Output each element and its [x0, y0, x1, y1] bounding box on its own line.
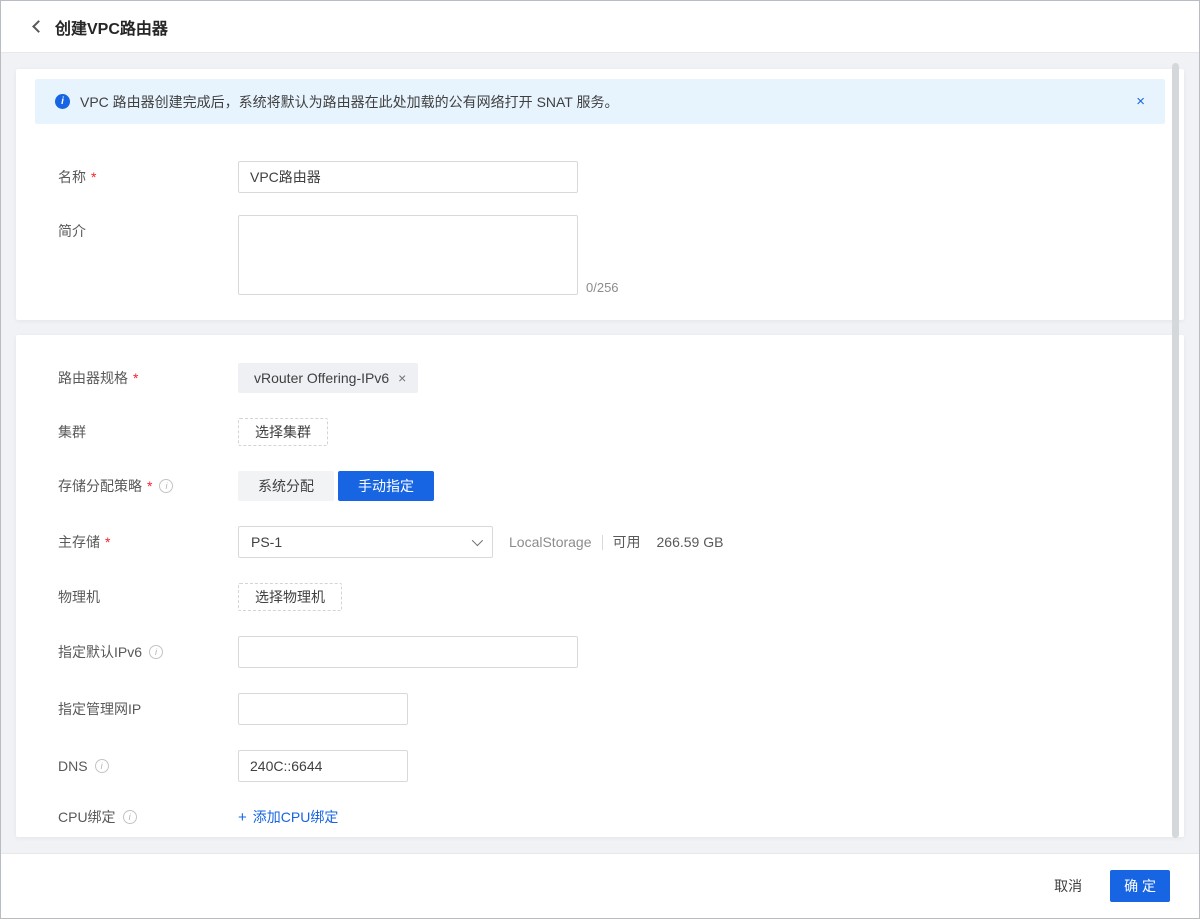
- offering-label: 路由器规格 *: [58, 368, 238, 388]
- plus-icon: +: [238, 809, 247, 826]
- storage-type-text: LocalStorage: [509, 534, 592, 550]
- storage-policy-row: 存储分配策略 * i 系统分配 手动指定: [58, 471, 1165, 501]
- content-area: i VPC 路由器创建完成后，系统将默认为路由器在此处加载的公有网络打开 SNA…: [1, 53, 1199, 853]
- cpu-pinning-row: CPU绑定 i + 添加CPU绑定: [58, 807, 1165, 827]
- mgmt-ip-input[interactable]: [238, 693, 408, 725]
- required-mark: *: [91, 169, 96, 185]
- cluster-row: 集群 选择集群: [58, 418, 1165, 446]
- description-textarea[interactable]: [238, 215, 578, 295]
- default-ipv6-input[interactable]: [238, 636, 578, 668]
- name-label: 名称 *: [58, 167, 238, 187]
- info-icon: i: [123, 810, 137, 824]
- page-title: 创建VPC路由器: [55, 15, 168, 39]
- cpu-pinning-label: CPU绑定 i: [58, 807, 238, 827]
- chevron-down-icon: [472, 535, 483, 546]
- segment-system-allocate[interactable]: 系统分配: [238, 471, 334, 501]
- ipv6-label: 指定默认IPv6 i: [58, 642, 238, 662]
- basic-info-card: i VPC 路由器创建完成后，系统将默认为路由器在此处加载的公有网络打开 SNA…: [16, 69, 1184, 320]
- close-icon[interactable]: ×: [1136, 94, 1145, 109]
- divider: [602, 535, 603, 550]
- select-host-button[interactable]: 选择物理机: [238, 583, 342, 611]
- required-mark: *: [105, 534, 110, 550]
- info-icon: i: [149, 645, 163, 659]
- banner-text: VPC 路由器创建完成后，系统将默认为路由器在此处加载的公有网络打开 SNAT …: [80, 92, 619, 112]
- dns-input[interactable]: [238, 750, 408, 782]
- host-label: 物理机: [58, 587, 238, 607]
- primary-storage-select[interactable]: PS-1: [238, 526, 493, 558]
- description-row: 简介 0/256: [58, 215, 1165, 295]
- segment-manual-specify[interactable]: 手动指定: [338, 471, 434, 501]
- required-mark: *: [133, 370, 138, 386]
- primary-storage-row: 主存储 * PS-1 LocalStorage 可用 266.59 GB: [58, 526, 1165, 558]
- available-label: 可用: [613, 532, 641, 552]
- page-header: 创建VPC路由器: [1, 1, 1199, 53]
- primary-storage-info: LocalStorage 可用 266.59 GB: [509, 532, 723, 552]
- offering-tag-label: vRouter Offering-IPv6: [254, 370, 389, 386]
- host-row: 物理机 选择物理机: [58, 583, 1165, 611]
- char-counter: 0/256: [586, 280, 619, 295]
- vertical-scrollbar[interactable]: [1172, 63, 1179, 838]
- tag-remove-icon[interactable]: ×: [398, 370, 406, 386]
- confirm-button[interactable]: 确 定: [1110, 870, 1170, 902]
- description-label: 简介: [58, 215, 238, 241]
- add-cpu-pinning-link[interactable]: + 添加CPU绑定: [238, 807, 338, 827]
- offering-tag: vRouter Offering-IPv6 ×: [238, 363, 418, 393]
- add-cpu-pinning-text: 添加CPU绑定: [253, 807, 339, 827]
- page-footer: 取消 确 定: [1, 853, 1199, 918]
- primary-storage-label: 主存储 *: [58, 532, 238, 552]
- snat-info-banner: i VPC 路由器创建完成后，系统将默认为路由器在此处加载的公有网络打开 SNA…: [35, 79, 1165, 124]
- mgmt-ip-label: 指定管理网IP: [58, 699, 238, 719]
- offering-row: 路由器规格 * vRouter Offering-IPv6 ×: [58, 363, 1165, 393]
- storage-policy-toggle: 系统分配 手动指定: [238, 471, 434, 501]
- info-icon: i: [55, 94, 70, 109]
- required-mark: *: [147, 478, 152, 494]
- storage-policy-label: 存储分配策略 * i: [58, 476, 238, 496]
- back-icon[interactable]: [32, 20, 45, 33]
- info-icon: i: [159, 479, 173, 493]
- dns-label: DNS i: [58, 758, 238, 774]
- cancel-button[interactable]: 取消: [1054, 876, 1082, 896]
- name-input[interactable]: [238, 161, 578, 193]
- cluster-label: 集群: [58, 422, 238, 442]
- name-row: 名称 *: [58, 161, 1165, 193]
- select-cluster-button[interactable]: 选择集群: [238, 418, 328, 446]
- primary-storage-value: PS-1: [251, 534, 472, 550]
- available-value: 266.59 GB: [657, 534, 724, 550]
- ipv6-row: 指定默认IPv6 i: [58, 636, 1165, 668]
- mgmt-ip-row: 指定管理网IP: [58, 693, 1165, 725]
- dns-row: DNS i: [58, 750, 1165, 782]
- router-config-card: 路由器规格 * vRouter Offering-IPv6 × 集群 选择集群 …: [16, 335, 1184, 837]
- info-icon: i: [95, 759, 109, 773]
